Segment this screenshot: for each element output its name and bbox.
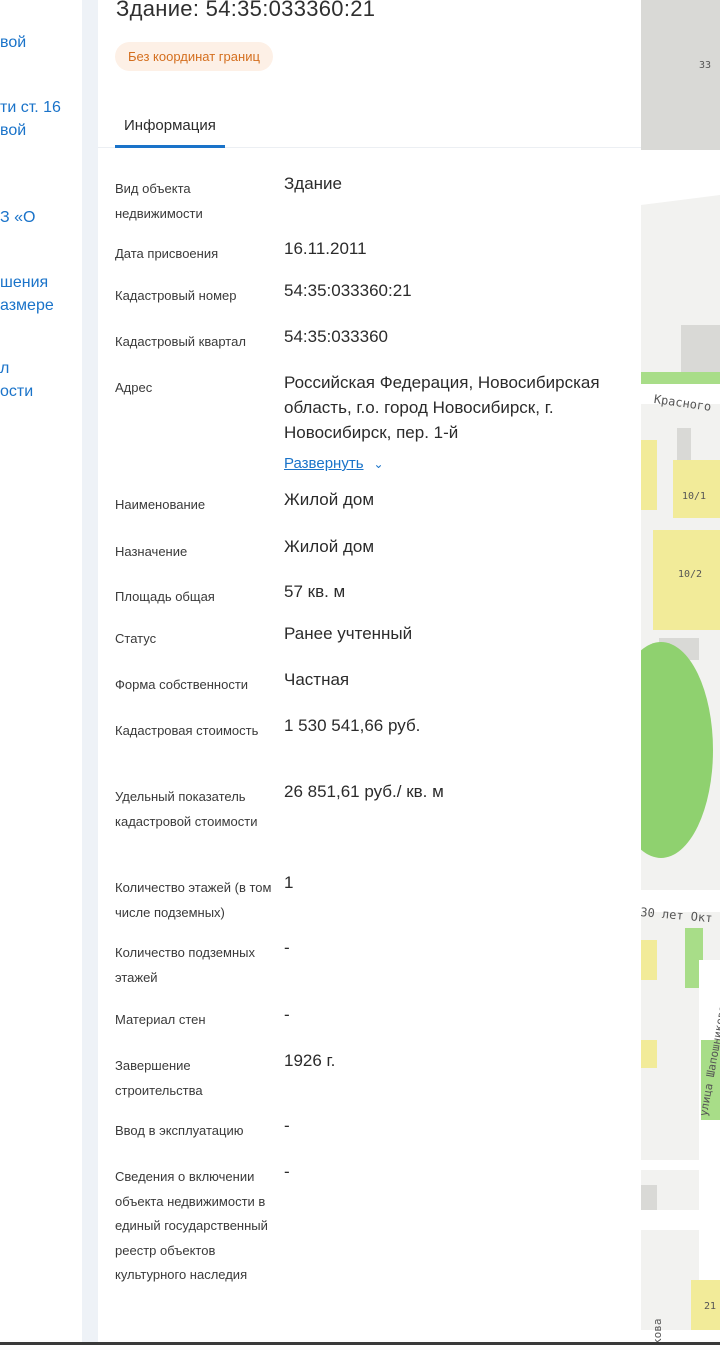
field-label: Площадь общая (115, 589, 215, 604)
field-value: 54:35:033360:21 (284, 281, 412, 300)
field-value: - (284, 1005, 290, 1024)
expand-label: Развернуть (284, 455, 364, 472)
field-label: Количество этажей (в том числе подземных… (115, 880, 272, 920)
tab-bar: Информация (98, 105, 641, 148)
map-label: 10/1 (682, 491, 707, 502)
field-label: Материал стен (115, 1012, 206, 1027)
map-green-strip (641, 372, 720, 384)
field-label: Статус (115, 631, 157, 646)
sidebar-link[interactable]: азмере (0, 294, 54, 317)
field-value: 57 кв. м (284, 582, 346, 601)
field-value: 1926 г. (284, 1051, 336, 1070)
map-park (641, 642, 713, 858)
field-value: Жилой дом (284, 537, 375, 556)
field-value: 54:35:033360 (284, 327, 388, 346)
sidebar-link[interactable]: шения (0, 271, 48, 294)
field-value: Здание (284, 174, 342, 193)
field-value: - (284, 1116, 290, 1135)
field-value: - (284, 938, 290, 957)
sidebar-link[interactable]: З «О (0, 206, 35, 229)
field-label: Ввод в эксплуатацию (115, 1123, 244, 1138)
sidebar-link[interactable]: ости (0, 380, 33, 403)
panel-gutter (82, 0, 98, 1345)
field-label: Кадастровая стоимость (115, 723, 259, 738)
tab-information[interactable]: Информация (115, 105, 225, 148)
field-value: 1 (284, 873, 294, 892)
field-value: 26 851,61 руб./ кв. м (284, 782, 444, 801)
map-residential (653, 530, 720, 630)
field-value: - (284, 1162, 290, 1181)
map-canvas (641, 0, 720, 1345)
field-label: Кадастровый квартал (115, 334, 246, 349)
sidebar-link[interactable]: вой (0, 31, 26, 54)
field-value: 16.11.2011 (284, 239, 367, 258)
map-building (641, 0, 720, 150)
field-label: Количество подземных этажей (115, 945, 255, 985)
field-label: Удельный показатель кадастровой стоимост… (115, 789, 258, 829)
status-badge: Без координат границ (115, 42, 273, 71)
map-label: 21 (704, 1301, 717, 1312)
field-value: Ранее учтенный (284, 624, 413, 643)
sidebar-link[interactable]: л (0, 357, 9, 380)
field-label: Наименование (115, 497, 206, 512)
map-residential (673, 460, 720, 518)
field-value-address: Российская Федерация, Новосибирская обла… (284, 373, 600, 442)
field-label: Сведения о включении объекта недвижимост… (115, 1169, 268, 1282)
field-label: Назначение (115, 544, 188, 559)
sidebar-link[interactable]: вой (0, 119, 26, 142)
field-label: Адрес (115, 380, 153, 395)
field-label: Завершение строительства (115, 1058, 203, 1098)
field-value: Жилой дом (284, 490, 375, 509)
object-info-card: Здание: 54:35:033360:21 Без координат гр… (98, 0, 641, 1345)
field-label: Форма собственности (115, 677, 249, 692)
chevron-down-icon: ⌄ (373, 457, 384, 471)
field-label: Вид объекта недвижимости (115, 181, 203, 221)
field-label: Дата присвоения (115, 246, 219, 261)
map-building (681, 325, 720, 375)
field-value: 1 530 541,66 руб. (284, 716, 421, 735)
field-label: Кадастровый номер (115, 288, 237, 303)
page-title: Здание: 54:35:033360:21 (116, 0, 376, 21)
map-label: 10/2 (678, 569, 703, 580)
map-view[interactable]: 33 Красного 10/1 10/2 30 лет Окт улица Ш… (641, 0, 720, 1345)
map-residential (641, 440, 657, 510)
field-value: Частная (284, 670, 350, 689)
left-sidebar: вой ти ст. 16 вой З «О шения азмере л ос… (0, 0, 82, 1345)
map-label: 33 (699, 60, 712, 71)
sidebar-link[interactable]: ти ст. 16 (0, 96, 61, 119)
expand-link[interactable]: Развернуть ⌄ (284, 455, 384, 472)
